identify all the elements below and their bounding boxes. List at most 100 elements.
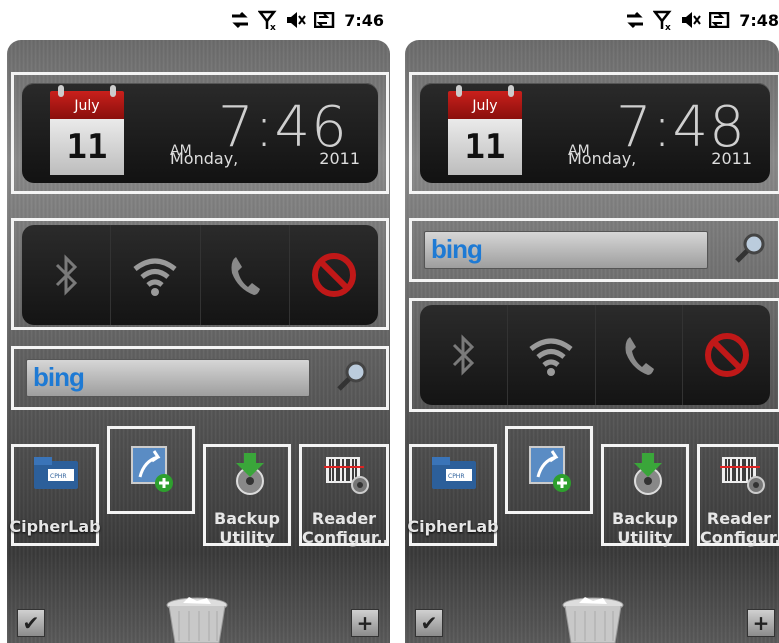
- clock-year: 2011: [319, 149, 360, 168]
- wifi-icon: [133, 258, 177, 296]
- battery-charging-icon: [709, 12, 730, 28]
- folder-icon: CPHR: [34, 457, 78, 493]
- backup-icon: [230, 453, 270, 499]
- app-label-backup-line2: Utility: [219, 528, 275, 547]
- recycle-bin[interactable]: [561, 597, 625, 643]
- status-bar: x 7:46: [7, 0, 390, 40]
- phone-icon: [231, 257, 260, 295]
- svg-text:x: x: [665, 23, 671, 30]
- connectivity-widget-frame[interactable]: [11, 218, 389, 330]
- flight-mode-toggle[interactable]: [290, 225, 378, 325]
- wifi-toggle[interactable]: [508, 305, 596, 405]
- magnifier-icon: [337, 361, 367, 391]
- app-label-reader-line1: Reader: [311, 509, 377, 528]
- app-label-cipherlab: CipherLab: [9, 517, 101, 536]
- status-bar: x 7:48: [405, 0, 779, 40]
- app-tile-backup-utility[interactable]: Backup Utility: [203, 444, 291, 547]
- clock-year: 2011: [711, 149, 752, 168]
- home-background: July 11 AM 7:46 Monday, 2011 bing CPHR C…: [7, 40, 390, 643]
- connectivity-widget: [420, 305, 770, 405]
- app-tile-backup-utility[interactable]: Backup Utility: [601, 444, 689, 547]
- add-button[interactable]: +: [747, 609, 775, 637]
- plus-icon: +: [356, 611, 374, 635]
- search-button[interactable]: [336, 359, 370, 393]
- flight-mode-toggle[interactable]: [683, 305, 770, 405]
- app-label-reader-line1: Reader: [706, 509, 772, 528]
- wifi-icon: [529, 338, 573, 376]
- speaker-muted-icon: [287, 12, 307, 28]
- data-transfer-icon: [232, 11, 249, 29]
- clock-widget: July 11 AM 7:46 Monday, 2011: [22, 83, 378, 183]
- clock-weekday: Monday,: [568, 149, 637, 168]
- folder-icon: CPHR: [432, 457, 476, 493]
- add-button[interactable]: +: [351, 609, 379, 637]
- screen-left: x 7:46 July 11 AM 7:46 Monday, 2011 bing…: [7, 0, 390, 643]
- add-shortcut-tile[interactable]: [107, 426, 195, 514]
- barcode-config-icon: [324, 455, 370, 499]
- svg-text:CPHR: CPHR: [50, 473, 67, 480]
- clock-widget-frame[interactable]: July 11 AM 7:46 Monday, 2011: [11, 72, 389, 194]
- no-signal-icon: x: [653, 10, 672, 30]
- calendar-date: 11: [448, 119, 522, 175]
- recycle-bin[interactable]: [165, 597, 229, 643]
- no-signal-icon: x: [258, 10, 277, 30]
- no-entry-icon: [704, 333, 749, 377]
- phone-toggle[interactable]: [201, 225, 290, 325]
- no-entry-icon: [311, 253, 356, 297]
- clock-widget: July 11 AM 7:48 Monday, 2011: [420, 83, 770, 183]
- select-button[interactable]: ✔: [17, 609, 45, 637]
- status-time: 7:46: [344, 10, 384, 30]
- calendar-icon: July 11: [448, 85, 522, 179]
- screen-right: x 7:48 July 11 AM 7:48 Monday, 2011 bing…: [405, 0, 779, 643]
- bing-logo: bing: [33, 362, 85, 392]
- barcode-config-icon: [720, 455, 766, 499]
- select-button[interactable]: ✔: [415, 609, 443, 637]
- app-tile-reader-config[interactable]: Reader Configur..: [299, 444, 389, 547]
- add-shortcut-icon: [528, 443, 574, 497]
- app-label-backup-line1: Backup: [612, 509, 678, 528]
- status-time: 7:48: [739, 10, 779, 30]
- speaker-muted-icon: [682, 12, 702, 28]
- backup-icon: [628, 453, 668, 499]
- data-transfer-icon: [627, 11, 644, 29]
- search-widget-frame: bing: [11, 346, 389, 410]
- checkmark-icon: ✔: [22, 611, 40, 635]
- app-label-cipherlab: CipherLab: [407, 517, 499, 536]
- bluetooth-icon: [56, 254, 78, 296]
- app-tile-cipherlab[interactable]: CPHR CipherLab: [9, 444, 101, 546]
- svg-text:x: x: [270, 23, 276, 30]
- app-label-reader-line2: Configur..: [302, 528, 389, 547]
- app-label-backup-line2: Utility: [617, 528, 673, 547]
- app-tile-cipherlab[interactable]: CPHR CipherLab: [407, 444, 499, 546]
- clock-weekday: Monday,: [170, 149, 239, 168]
- app-label-reader-line2: Configur..: [700, 528, 779, 547]
- clock-widget-frame[interactable]: July 11 AM 7:48 Monday, 2011: [409, 72, 779, 194]
- home-background: July 11 AM 7:48 Monday, 2011 bing CPHR C…: [405, 40, 779, 643]
- search-input[interactable]: bing: [424, 231, 708, 269]
- phone-icon: [625, 337, 654, 375]
- search-button[interactable]: [734, 231, 768, 265]
- bluetooth-icon: [453, 334, 475, 376]
- bluetooth-toggle[interactable]: [22, 225, 112, 325]
- add-shortcut-icon: [130, 443, 176, 497]
- connectivity-widget: [22, 225, 378, 325]
- bluetooth-toggle[interactable]: [420, 305, 508, 405]
- battery-charging-icon: [314, 12, 335, 28]
- trash-bin-icon: [562, 597, 624, 643]
- phone-toggle[interactable]: [596, 305, 684, 405]
- search-widget-frame: bing: [409, 218, 779, 282]
- app-tile-reader-config[interactable]: Reader Configur..: [697, 444, 779, 547]
- calendar-icon: July 11: [50, 85, 124, 179]
- add-shortcut-tile[interactable]: [505, 426, 593, 514]
- plus-icon: +: [752, 611, 770, 635]
- calendar-date: 11: [50, 119, 124, 175]
- magnifier-icon: [735, 233, 765, 263]
- svg-text:CPHR: CPHR: [448, 473, 465, 480]
- checkmark-icon: ✔: [420, 611, 438, 635]
- connectivity-widget-frame[interactable]: [409, 298, 779, 412]
- trash-bin-icon: [166, 597, 228, 643]
- app-label-backup-line1: Backup: [214, 509, 280, 528]
- bing-logo: bing: [431, 234, 483, 264]
- search-input[interactable]: bing: [26, 359, 310, 397]
- wifi-toggle[interactable]: [111, 225, 201, 325]
